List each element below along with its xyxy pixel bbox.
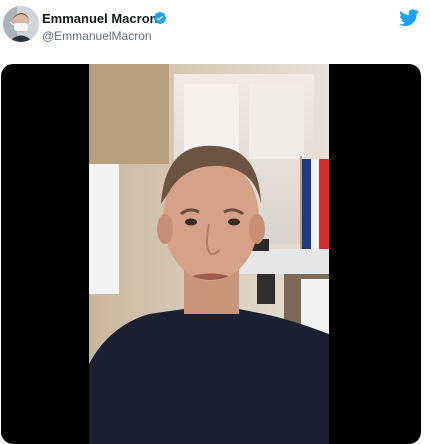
author-handle[interactable]: @EmmanuelMacron bbox=[42, 29, 152, 43]
twitter-bird-icon[interactable] bbox=[399, 9, 419, 26]
author-name[interactable]: Emmanuel Macron bbox=[42, 11, 158, 26]
video-frame bbox=[89, 64, 329, 444]
verified-badge-icon bbox=[153, 11, 167, 25]
avatar-image bbox=[3, 6, 39, 42]
video-player[interactable] bbox=[1, 64, 421, 444]
tweet-header: Emmanuel Macron @EmmanuelMacron bbox=[0, 0, 430, 56]
avatar[interactable] bbox=[3, 6, 39, 42]
